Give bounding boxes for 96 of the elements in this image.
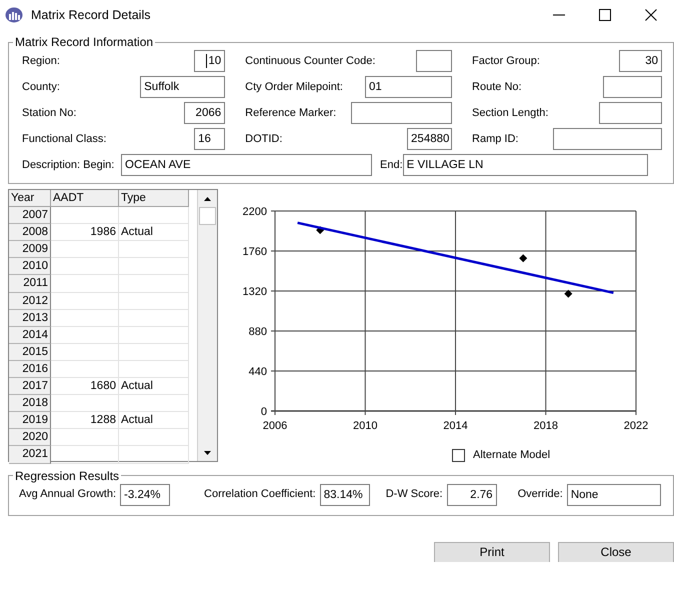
table-cell — [51, 275, 119, 293]
x-tick-label: 2006 — [262, 420, 288, 432]
y-tick-label: 880 — [248, 326, 267, 338]
field-label: Route No: — [472, 80, 522, 95]
y-tick-label: 0 — [260, 406, 267, 418]
table-cell — [51, 241, 119, 258]
table-cell — [51, 258, 119, 276]
minimize-icon[interactable] — [553, 14, 565, 16]
field-label: Station No: — [22, 106, 76, 121]
table-cell — [51, 446, 119, 464]
table-cell — [51, 207, 119, 224]
checkbox-label: Alternate Model — [473, 448, 550, 463]
input-field[interactable]: 254880 — [407, 128, 452, 150]
row-header: 2012 — [9, 292, 51, 310]
input-field[interactable]: None — [566, 484, 661, 506]
table-cell — [51, 395, 119, 412]
input-field[interactable] — [603, 76, 662, 98]
row-header: 2017 — [9, 378, 51, 396]
field-label: Ramp ID: — [472, 132, 518, 147]
input-field[interactable]: 2066 — [184, 102, 226, 124]
row-header: 2016 — [9, 360, 51, 378]
field-label: Correlation Coefficient: — [204, 487, 316, 502]
column-header[interactable]: AADT — [51, 190, 119, 208]
field-label: Region: — [22, 54, 60, 69]
y-tick-label: 1760 — [242, 246, 267, 258]
input-field[interactable]: 16 — [194, 128, 226, 150]
field-label: Avg Annual Growth: — [19, 487, 116, 502]
dialog-button[interactable]: Close — [558, 542, 674, 562]
data-point — [519, 254, 528, 262]
field-label: Override: — [518, 487, 563, 502]
y-tick-label: 1320 — [242, 286, 267, 298]
row-header: 2009 — [9, 241, 51, 258]
x-tick-label: 2014 — [443, 420, 468, 432]
dialog-button[interactable]: Print — [434, 542, 550, 562]
field-label: End: — [380, 158, 403, 173]
field-label: Reference Marker: — [245, 106, 336, 121]
x-tick-label: 2010 — [353, 420, 378, 432]
table-cell — [51, 326, 119, 344]
y-tick-label: 440 — [248, 366, 267, 378]
column-header[interactable]: Type — [119, 190, 189, 208]
input-field[interactable] — [553, 128, 662, 150]
field-label: DOTID: — [245, 132, 282, 147]
input-field[interactable]: OCEAN AVE — [121, 154, 372, 176]
row-header: 2014 — [9, 326, 51, 344]
group-title: Matrix Record Information — [14, 36, 154, 48]
data-point — [316, 226, 324, 234]
y-tick-label: 2200 — [242, 206, 267, 218]
row-header: 2019 — [9, 412, 51, 430]
table-cell: 1288 — [51, 412, 119, 430]
column-header[interactable]: Year — [9, 190, 51, 208]
field-label: Description: Begin: — [22, 158, 114, 173]
input-field[interactable] — [351, 102, 452, 124]
input-field[interactable]: 83.14% — [320, 484, 370, 506]
table-cell — [51, 310, 119, 327]
input-field[interactable]: E VILLAGE LN — [402, 154, 648, 176]
checkbox[interactable] — [452, 448, 465, 462]
row-header: 2010 — [9, 258, 51, 276]
data-point — [564, 290, 572, 298]
input-field[interactable]: 01 — [365, 76, 452, 98]
row-header: 2008 — [9, 224, 51, 242]
row-header: 2021 — [9, 446, 51, 464]
row-header: 2015 — [9, 344, 51, 361]
row-header: 2011 — [9, 275, 51, 293]
row-header: 2020 — [9, 429, 51, 446]
field-label: Continuous Counter Code: — [245, 54, 376, 69]
row-header: 2013 — [9, 310, 51, 327]
table-cell — [51, 344, 119, 361]
group-title: Regression Results — [14, 470, 120, 482]
table-cell — [51, 429, 119, 446]
row-header: 2018 — [9, 395, 51, 412]
field-label: Functional Class: — [22, 132, 106, 147]
field-label: Section Length: — [472, 106, 548, 121]
row-header: 2007 — [9, 207, 51, 224]
input-field[interactable]: 2.76 — [446, 484, 497, 506]
table-cell — [51, 360, 119, 378]
input-field[interactable] — [416, 50, 452, 72]
window-title: Matrix Record Details — [31, 6, 150, 24]
app-icon — [5, 7, 23, 23]
table-cell — [51, 292, 119, 310]
x-tick-label: 2018 — [534, 420, 558, 432]
input-field[interactable]: 10 — [194, 50, 226, 72]
input-field[interactable]: 30 — [619, 50, 662, 72]
field-label: County: — [22, 80, 60, 95]
table-cell: 1680 — [51, 378, 119, 396]
input-field[interactable]: -3.24% — [120, 484, 170, 506]
input-field[interactable]: Suffolk — [140, 76, 226, 98]
x-tick-label: 2022 — [624, 420, 648, 432]
close-icon[interactable] — [645, 9, 657, 21]
table-cell: 1986 — [51, 224, 119, 242]
scrollbar[interactable] — [197, 190, 217, 461]
scroll-thumb[interactable] — [199, 207, 216, 225]
field-label: D-W Score: — [386, 487, 443, 502]
field-label: Factor Group: — [472, 54, 540, 69]
maximize-icon[interactable] — [599, 9, 611, 21]
field-label: Cty Order Milepoint: — [245, 80, 343, 95]
input-field[interactable] — [599, 102, 662, 124]
